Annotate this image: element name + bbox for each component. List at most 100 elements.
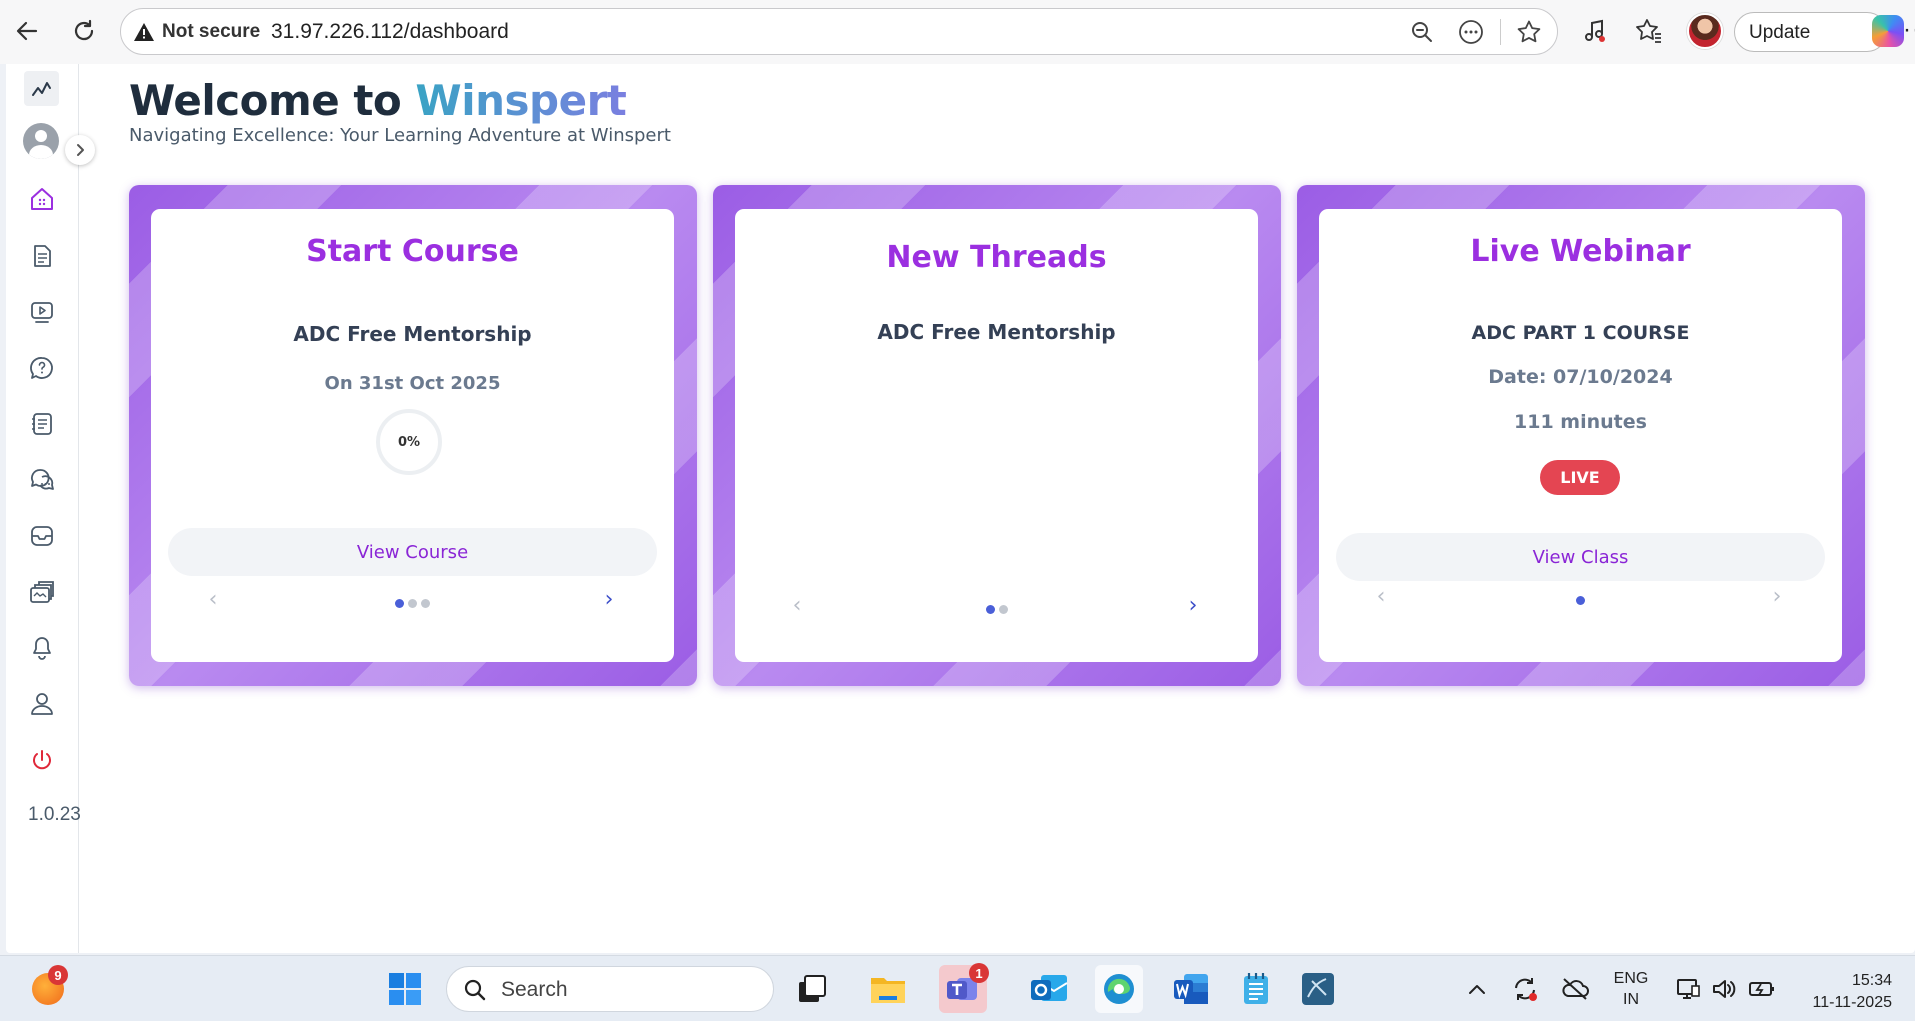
language-code: ENG bbox=[1613, 970, 1649, 987]
language-indicator[interactable]: ENG IN bbox=[1606, 968, 1656, 1010]
sidebar-item-courses[interactable] bbox=[25, 575, 59, 609]
teams-badge: 1 bbox=[969, 963, 989, 983]
carousel-dot[interactable] bbox=[421, 599, 430, 608]
course-name: ADC Free Mentorship bbox=[293, 322, 532, 346]
sidebar-item-videos[interactable] bbox=[25, 295, 59, 329]
new-threads-card: New Threads ADC Free Mentorship ‹ › bbox=[713, 185, 1281, 686]
sidebar: 1.0.23 bbox=[6, 64, 81, 953]
copilot-icon[interactable] bbox=[1872, 15, 1904, 47]
database-tool-icon bbox=[1302, 973, 1334, 1005]
battery-button[interactable] bbox=[1742, 965, 1782, 1013]
warning-icon[interactable] bbox=[133, 21, 155, 47]
notepad-app[interactable] bbox=[1232, 965, 1280, 1013]
profile-avatar[interactable] bbox=[1687, 13, 1723, 49]
update-button[interactable]: Update ··· bbox=[1734, 12, 1915, 52]
back-button[interactable] bbox=[8, 12, 46, 50]
edge-icon bbox=[1104, 974, 1134, 1004]
bell-icon bbox=[33, 637, 51, 660]
carousel-dot[interactable] bbox=[408, 599, 417, 608]
favorite-star-icon[interactable] bbox=[1515, 18, 1543, 46]
volume-button[interactable] bbox=[1704, 965, 1744, 1013]
new-threads-title: New Threads bbox=[886, 240, 1107, 275]
task-view-button[interactable] bbox=[788, 965, 836, 1013]
folder-icon bbox=[871, 978, 905, 1003]
windows-logo-icon bbox=[389, 973, 421, 1005]
sidebar-item-logout[interactable] bbox=[25, 743, 59, 777]
progress-label: 0% bbox=[397, 434, 421, 450]
outlook-icon bbox=[1031, 975, 1068, 1001]
file-explorer-app[interactable] bbox=[864, 965, 912, 1013]
word-icon bbox=[1174, 974, 1208, 1004]
weather-widget[interactable]: 9 bbox=[24, 965, 72, 1013]
word-app[interactable] bbox=[1167, 965, 1215, 1013]
search-icon bbox=[464, 979, 486, 1001]
address-bar[interactable]: Not secure 31.97.226.112/dashboard bbox=[120, 8, 1558, 55]
refresh-button[interactable] bbox=[65, 12, 103, 50]
carousel-dot[interactable] bbox=[395, 599, 404, 608]
media-icon[interactable] bbox=[1578, 14, 1612, 48]
sidebar-expand-button[interactable] bbox=[65, 135, 95, 165]
next-arrow-button[interactable]: › bbox=[1767, 584, 1787, 609]
carousel-dot[interactable] bbox=[1576, 596, 1585, 605]
view-course-button[interactable]: View Course bbox=[168, 528, 657, 576]
back-arrow-icon bbox=[16, 21, 38, 41]
start-course-card-body: Start Course ADC Free Mentorship On 31st… bbox=[151, 209, 674, 662]
view-class-button[interactable]: View Class bbox=[1336, 533, 1825, 581]
taskbar: 9 Search 1 ENG IN 15:34 11-11-2025 bbox=[0, 955, 1915, 1021]
sidebar-item-documents[interactable] bbox=[25, 239, 59, 273]
sidebar-item-profile[interactable] bbox=[25, 687, 59, 721]
app-logo-icon[interactable] bbox=[24, 71, 59, 106]
thread-name[interactable]: ADC Free Mentorship bbox=[735, 320, 1258, 344]
refresh-icon bbox=[74, 19, 94, 41]
sidebar-item-notes[interactable] bbox=[25, 407, 59, 441]
divider bbox=[1500, 19, 1501, 45]
sidebar-item-inbox[interactable] bbox=[25, 519, 59, 553]
chat-icon bbox=[31, 469, 54, 490]
taskbar-search[interactable]: Search bbox=[446, 966, 774, 1012]
chevron-up-icon bbox=[1469, 985, 1485, 994]
mysql-workbench-app[interactable] bbox=[1294, 965, 1342, 1013]
system-clock[interactable]: 15:34 11-11-2025 bbox=[1796, 970, 1892, 1014]
zoom-out-icon[interactable] bbox=[1408, 18, 1436, 46]
live-webinar-card-body: Live Webinar ADC PART 1 COURSE Date: 07/… bbox=[1319, 209, 1842, 662]
video-icon bbox=[31, 302, 53, 323]
sidebar-item-notifications[interactable] bbox=[25, 631, 59, 665]
carousel-dots bbox=[1319, 596, 1842, 605]
inbox-icon bbox=[31, 526, 53, 546]
carousel-dot[interactable] bbox=[985, 605, 995, 614]
onedrive-status-button[interactable] bbox=[1553, 965, 1597, 1013]
sidebar-item-questions[interactable] bbox=[25, 351, 59, 385]
start-button[interactable] bbox=[381, 965, 429, 1013]
sidebar-item-discussions[interactable] bbox=[25, 463, 59, 497]
show-hidden-icons-button[interactable] bbox=[1455, 965, 1499, 1013]
favorites-icon[interactable] bbox=[1632, 14, 1666, 48]
display-button[interactable] bbox=[1668, 965, 1708, 1013]
brand-name: Winspert bbox=[415, 76, 627, 125]
url-text[interactable]: 31.97.226.112/dashboard bbox=[271, 20, 509, 44]
live-badge: LIVE bbox=[1540, 460, 1620, 495]
carousel-dots bbox=[735, 605, 1258, 614]
page-subtitle: Navigating Excellence: Your Learning Adv… bbox=[129, 125, 671, 146]
outlook-app[interactable] bbox=[1025, 965, 1073, 1013]
live-webinar-title: Live Webinar bbox=[1470, 234, 1691, 269]
course-date: On 31st Oct 2025 bbox=[324, 373, 501, 394]
user-avatar[interactable] bbox=[23, 123, 59, 159]
security-label[interactable]: Not secure bbox=[162, 21, 260, 43]
teams-app[interactable]: 1 bbox=[939, 963, 989, 1013]
battery-charging-icon bbox=[1749, 982, 1774, 996]
sidebar-item-home[interactable] bbox=[25, 182, 59, 216]
start-course-title: Start Course bbox=[306, 234, 519, 269]
carousel-dot[interactable] bbox=[998, 605, 1008, 614]
more-tools-icon[interactable] bbox=[1457, 18, 1485, 46]
next-arrow-button[interactable]: › bbox=[1183, 593, 1203, 618]
clock-time: 15:34 bbox=[1851, 972, 1892, 989]
next-arrow-button[interactable]: › bbox=[599, 587, 619, 612]
chevron-right-icon bbox=[77, 144, 84, 156]
edge-app[interactable] bbox=[1095, 965, 1143, 1013]
live-webinar-card: Live Webinar ADC PART 1 COURSE Date: 07/… bbox=[1297, 185, 1865, 686]
task-view-icon bbox=[799, 975, 826, 1002]
webinar-date: Date: 07/10/2024 bbox=[1488, 366, 1673, 388]
folders-icon bbox=[30, 581, 54, 603]
carousel-dots bbox=[151, 599, 674, 608]
sync-status-button[interactable] bbox=[1503, 965, 1547, 1013]
